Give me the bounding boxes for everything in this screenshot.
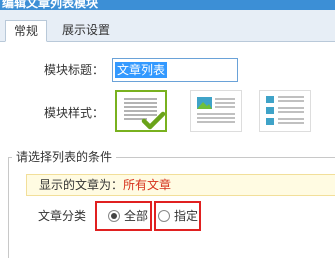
module-title-label: 模块标题：: [44, 63, 105, 77]
tab-bar: 常规 展示设置: [0, 10, 335, 42]
radio-specified-label: 指定: [174, 209, 199, 223]
style-option-thumbnail-list[interactable]: [259, 90, 311, 132]
window-titlebar: 编辑文章列表模块: [0, 0, 335, 10]
radio-specified-button[interactable]: [158, 210, 170, 222]
radio-option-specified[interactable]: 指定: [154, 201, 201, 231]
tab-general[interactable]: 常规: [5, 20, 47, 42]
module-title-input[interactable]: 文章列表: [112, 58, 238, 82]
style-option-image-text[interactable]: [190, 90, 242, 132]
radio-all-button[interactable]: [108, 210, 120, 222]
module-title-value: 文章列表: [115, 62, 168, 78]
style-option-text-list[interactable]: [115, 90, 167, 132]
condition-legend: 请选择列表的条件: [12, 149, 117, 165]
thumbnail-list-icon: [266, 96, 304, 125]
category-label: 文章分类: [38, 209, 87, 223]
tab-display-settings[interactable]: 展示设置: [52, 20, 120, 42]
text-list-icon: [124, 98, 166, 130]
window-title: 编辑文章列表模块: [2, 0, 99, 10]
module-style-label: 模块样式：: [44, 106, 105, 120]
image-text-list-icon: [197, 97, 235, 123]
radio-option-all[interactable]: 全部: [95, 201, 152, 231]
notice-value: 所有文章: [123, 178, 172, 192]
notice-prefix: 显示的文章为：: [39, 178, 124, 192]
radio-all-label: 全部: [124, 209, 149, 223]
display-notice: 显示的文章为：所有文章: [26, 174, 335, 196]
checkmark-icon: [141, 111, 166, 130]
